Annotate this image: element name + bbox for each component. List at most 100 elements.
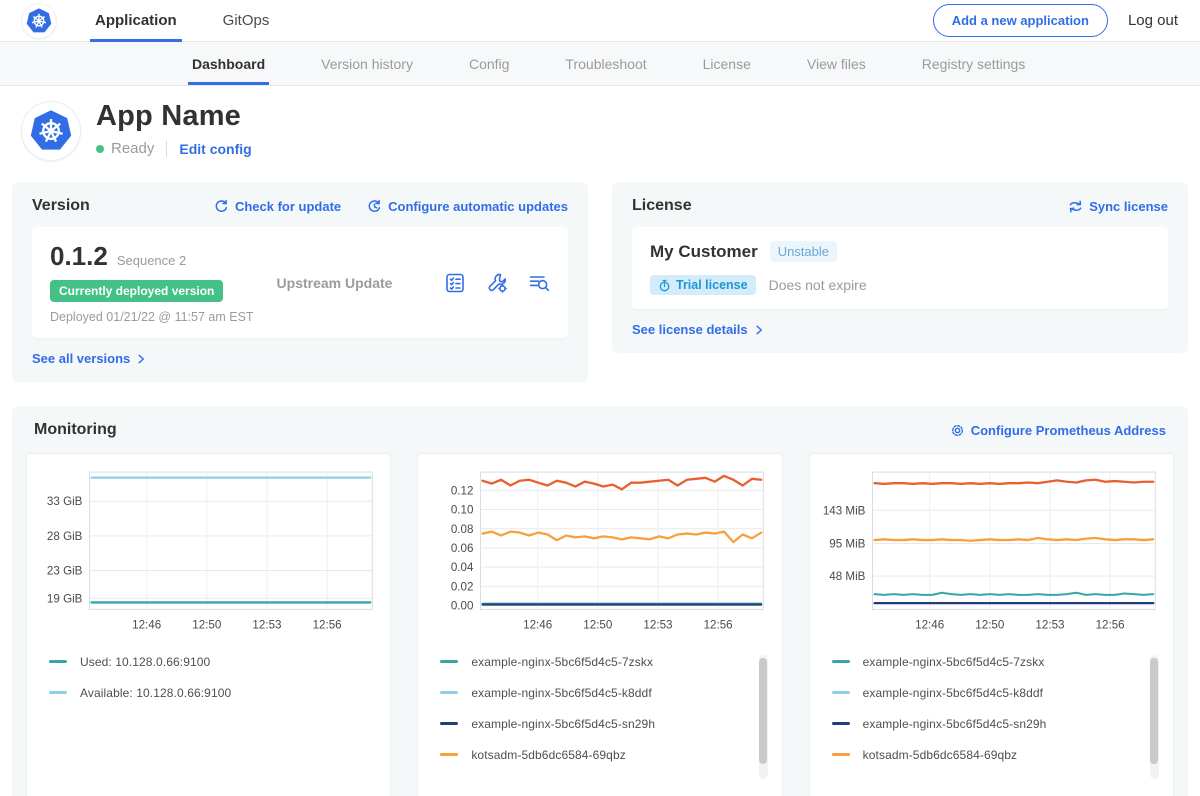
top-nav-tabs: Application GitOps — [90, 0, 310, 41]
memory-usage-chart-card: 143 MiB95 MiB48 MiB12:4612:5012:5312:56e… — [809, 453, 1174, 796]
svg-text:143 MiB: 143 MiB — [823, 504, 866, 517]
svg-text:95 MiB: 95 MiB — [829, 538, 865, 551]
legend-swatch — [49, 660, 67, 663]
see-all-versions-link[interactable]: See all versions — [32, 351, 568, 366]
configure-prometheus-link[interactable]: Configure Prometheus Address — [950, 423, 1166, 438]
monitoring-title: Monitoring — [34, 421, 117, 439]
version-number: 0.1.2 — [50, 241, 108, 272]
divider — [166, 141, 167, 157]
chart-legend: example-nginx-5bc6f5d4c5-7zskx example-ng… — [440, 655, 771, 796]
legend-label: example-nginx-5bc6f5d4c5-k8ddf — [863, 686, 1043, 700]
charts-row: 33 GiB28 GiB23 GiB19 GiB12:4612:5012:531… — [26, 453, 1174, 796]
tab-version-history[interactable]: Version history — [317, 42, 417, 85]
tab-config[interactable]: Config — [465, 42, 513, 85]
legend-label: example-nginx-5bc6f5d4c5-sn29h — [471, 717, 655, 731]
tab-registry-settings[interactable]: Registry settings — [918, 42, 1029, 85]
legend-item: example-nginx-5bc6f5d4c5-sn29h — [832, 717, 1163, 731]
legend-label: example-nginx-5bc6f5d4c5-k8ddf — [471, 686, 651, 700]
kubernetes-logo[interactable] — [22, 4, 56, 38]
legend-swatch — [832, 660, 850, 663]
app-avatar — [22, 102, 80, 160]
legend-swatch — [49, 691, 67, 694]
tab-view-files[interactable]: View files — [803, 42, 870, 85]
svg-text:12:46: 12:46 — [523, 619, 552, 632]
legend-scrollbar[interactable] — [759, 655, 768, 779]
summary-cards-row: Version Check for update Configure au — [0, 176, 1200, 382]
legend-swatch — [440, 691, 458, 694]
legend-item: example-nginx-5bc6f5d4c5-k8ddf — [832, 686, 1163, 700]
svg-text:12:56: 12:56 — [1095, 619, 1124, 632]
tab-application[interactable]: Application — [90, 0, 182, 41]
svg-text:0.06: 0.06 — [451, 542, 474, 555]
current-version-panel: 0.1.2 Sequence 2 Currently deployed vers… — [32, 227, 568, 338]
svg-text:48 MiB: 48 MiB — [829, 570, 865, 583]
svg-text:0.02: 0.02 — [451, 580, 474, 593]
tab-gitops[interactable]: GitOps — [218, 0, 275, 41]
kubernetes-app-icon — [28, 108, 74, 154]
version-card-title: Version — [32, 197, 90, 215]
svg-text:0.04: 0.04 — [451, 561, 474, 574]
monitoring-section: Monitoring Configure Prometheus Address … — [12, 406, 1188, 796]
legend-scrollbar[interactable] — [1150, 655, 1159, 779]
license-panel: My Customer Unstable Trial license Does … — [632, 227, 1168, 309]
deployed-badge: Currently deployed version — [50, 280, 223, 302]
legend-item: Available: 10.128.0.66:9100 — [49, 686, 380, 700]
svg-text:12:53: 12:53 — [252, 619, 281, 632]
refresh-icon — [214, 199, 229, 214]
svg-text:12:46: 12:46 — [132, 619, 161, 632]
check-for-update-link[interactable]: Check for update — [214, 199, 341, 214]
license-expiry-text: Does not expire — [769, 277, 867, 293]
app-header: App Name Ready Edit config — [0, 86, 1200, 176]
svg-text:12:53: 12:53 — [1035, 619, 1064, 632]
legend-item: kotsadm-5db6dc6584-69qbz — [832, 748, 1163, 762]
top-navbar: Application GitOps Add a new application… — [0, 0, 1200, 42]
checklist-icon[interactable] — [444, 272, 466, 294]
legend-swatch — [440, 660, 458, 663]
deployed-timestamp: Deployed 01/21/22 @ 11:57 am EST — [50, 310, 265, 324]
tab-troubleshoot[interactable]: Troubleshoot — [561, 42, 650, 85]
config-wrench-icon[interactable] — [486, 272, 508, 294]
svg-text:0.10: 0.10 — [451, 504, 474, 517]
see-license-details-link[interactable]: See license details — [632, 322, 1168, 337]
legend-item: example-nginx-5bc6f5d4c5-7zskx — [440, 655, 771, 669]
legend-scrollbar-thumb[interactable] — [759, 658, 767, 764]
version-sequence: Sequence 2 — [117, 253, 186, 268]
version-action-icons — [444, 272, 550, 294]
legend-item: Used: 10.128.0.66:9100 — [49, 655, 380, 669]
legend-scrollbar-thumb[interactable] — [1150, 658, 1158, 764]
configure-automatic-updates-link[interactable]: Configure automatic updates — [367, 199, 568, 214]
legend-label: example-nginx-5bc6f5d4c5-7zskx — [471, 655, 653, 669]
chart-plot: 0.120.100.080.060.040.020.0012:4612:5012… — [428, 464, 771, 638]
clock-refresh-icon — [367, 199, 382, 214]
chart-legend: Used: 10.128.0.66:9100 Available: 10.128.… — [49, 655, 380, 796]
svg-text:12:50: 12:50 — [584, 619, 613, 632]
svg-text:12:56: 12:56 — [704, 619, 733, 632]
gear-icon — [950, 423, 965, 438]
chevron-right-icon — [135, 353, 147, 365]
chart-plot: 143 MiB95 MiB48 MiB12:4612:5012:5312:56 — [820, 464, 1163, 638]
sync-arrows-icon — [1068, 199, 1083, 214]
legend-swatch — [832, 722, 850, 725]
legend-label: kotsadm-5db6dc6584-69qbz — [863, 748, 1018, 762]
legend-label: example-nginx-5bc6f5d4c5-sn29h — [863, 717, 1047, 731]
svg-text:33 GiB: 33 GiB — [47, 495, 83, 508]
add-application-button[interactable]: Add a new application — [933, 4, 1108, 37]
tab-dashboard[interactable]: Dashboard — [188, 42, 269, 85]
tab-license[interactable]: License — [699, 42, 755, 85]
license-card-title: License — [632, 197, 692, 215]
app-sub-navbar: Dashboard Version history Config Trouble… — [0, 42, 1200, 86]
edit-config-link[interactable]: Edit config — [179, 141, 251, 157]
status-badge: Ready — [111, 140, 154, 157]
logs-search-icon[interactable] — [528, 272, 550, 294]
logout-button[interactable]: Log out — [1128, 12, 1178, 29]
version-card: Version Check for update Configure au — [12, 182, 588, 382]
svg-text:0.08: 0.08 — [451, 523, 474, 536]
legend-label: example-nginx-5bc6f5d4c5-7zskx — [863, 655, 1045, 669]
upstream-update-label: Upstream Update — [277, 275, 393, 291]
sync-license-link[interactable]: Sync license — [1068, 199, 1168, 214]
svg-text:0.12: 0.12 — [451, 484, 474, 497]
legend-item: example-nginx-5bc6f5d4c5-sn29h — [440, 717, 771, 731]
legend-swatch — [440, 722, 458, 725]
kubernetes-logo-icon — [25, 7, 53, 35]
customer-name: My Customer — [650, 242, 758, 262]
